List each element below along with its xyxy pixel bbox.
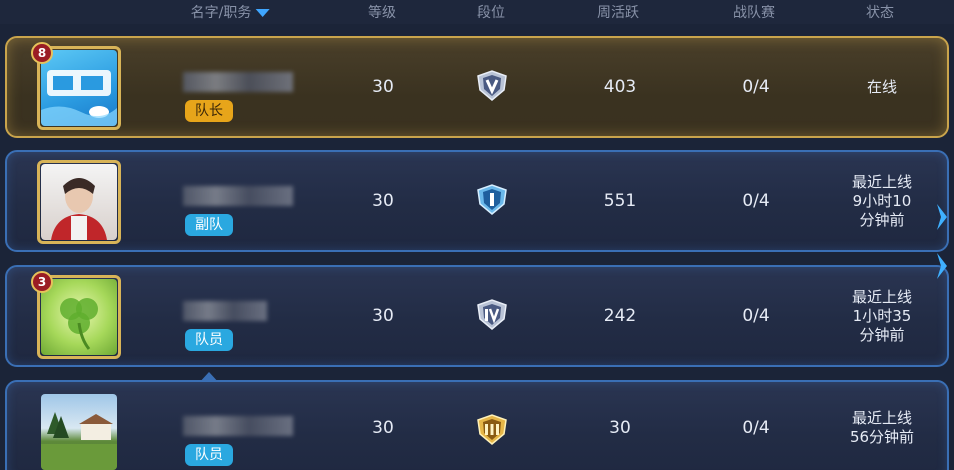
member-weekly-activity: 403 xyxy=(603,77,637,97)
blurred-player-name xyxy=(183,72,293,92)
sort-down-icon[interactable] xyxy=(255,9,270,17)
member-team-battle: 0/4 xyxy=(742,418,770,438)
member-status: 最近上线 9小时10 分钟前 xyxy=(851,172,912,229)
member-team-battle: 0/4 xyxy=(742,306,770,326)
member-level: 30 xyxy=(372,77,394,97)
rank-badge-i-blue-icon xyxy=(477,184,507,215)
member-team-battle: 0/4 xyxy=(742,191,770,211)
rank-badge-v-silver-icon xyxy=(477,70,507,101)
member-status: 在线 xyxy=(866,77,897,96)
header-status: 状态 xyxy=(866,5,894,21)
header-level: 等级 xyxy=(368,5,396,21)
blurred-player-name xyxy=(183,416,293,436)
taoqiao-logo-avatar[interactable] xyxy=(41,50,117,126)
rank-badge-iii-gold-icon xyxy=(477,414,507,445)
member-status: 最近上线 56分钟前 xyxy=(849,409,915,446)
header-team-battle: 战队赛 xyxy=(733,5,775,21)
member-weekly-activity: 242 xyxy=(603,306,637,326)
clover-avatar[interactable] xyxy=(41,279,117,355)
member-level: 30 xyxy=(372,418,394,438)
role-badge: 队员 xyxy=(185,329,233,351)
blurred-player-name xyxy=(183,186,293,206)
role-badge: 副队 xyxy=(185,214,233,236)
blurred-player-name xyxy=(183,301,267,321)
landscape-avatar[interactable] xyxy=(41,394,117,470)
avatar-level-badge: 3 xyxy=(31,271,53,293)
kpl-player-avatar[interactable] xyxy=(41,164,117,240)
member-level: 30 xyxy=(372,191,394,211)
member-weekly-activity: 551 xyxy=(603,191,637,211)
member-row[interactable]: 3 队员 30 242 0/4 最近上线 1小时35 分钟前 xyxy=(5,253,949,367)
rank-badge-iv-silver-icon xyxy=(477,299,507,330)
scroll-right-arrow-icon[interactable] xyxy=(937,204,947,230)
header-weekly-activity: 周活跃 xyxy=(597,5,639,21)
member-team-battle: 0/4 xyxy=(742,77,770,97)
scroll-right-arrow-icon[interactable] xyxy=(937,253,947,279)
member-row[interactable]: 队员 30 30 0/4 最近上线 56分钟前 xyxy=(5,380,949,470)
member-row[interactable]: 8 队长 30 403 0/4 在线 xyxy=(5,36,949,138)
member-row[interactable]: 副队 30 551 0/4 最近上线 9小时10 分钟前 xyxy=(5,150,949,252)
member-level: 30 xyxy=(372,306,394,326)
member-status: 最近上线 1小时35 分钟前 xyxy=(851,287,912,344)
column-header: 名字/职务 等级 段位 周活跃 战队赛 状态 xyxy=(0,0,954,24)
role-badge: 队长 xyxy=(185,100,233,122)
avatar-level-badge: 8 xyxy=(31,42,53,64)
role-badge: 队员 xyxy=(185,444,233,466)
header-rank: 段位 xyxy=(477,5,505,21)
member-weekly-activity: 30 xyxy=(609,418,631,438)
header-name-role[interactable]: 名字/职务 xyxy=(191,2,270,22)
